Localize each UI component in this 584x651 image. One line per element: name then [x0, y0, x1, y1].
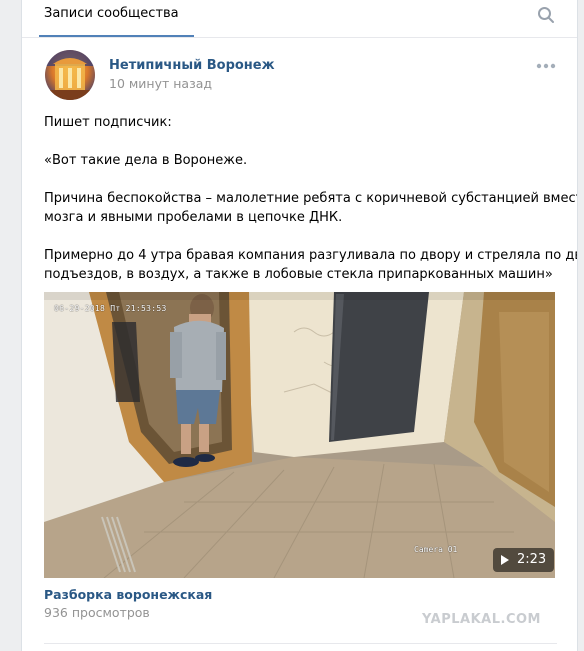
post-paragraph: подъездов, в воздух, а также в лобовые с…	[44, 267, 553, 282]
video-title-link[interactable]: Разборка воронежская	[44, 587, 212, 602]
post-paragraph: Пишет подписчик:	[44, 115, 172, 130]
tab-active-indicator	[39, 35, 194, 37]
watermark: YAPLAKAL.COM	[422, 612, 541, 627]
post-paragraph: мозга и явными пробелами в цепочке ДНК.	[44, 210, 343, 225]
search-icon[interactable]	[537, 6, 555, 24]
author-name[interactable]: Нетипичный Воронеж	[109, 58, 275, 73]
post-card: Записи сообщества Нетипичный Воронеж 10 …	[21, 0, 578, 651]
post-paragraph: «Вот такие дела в Воронеже.	[44, 153, 248, 168]
divider	[44, 643, 557, 644]
video-views: 936 просмотров	[44, 605, 150, 620]
camera-label: Camera 01	[414, 545, 458, 554]
camera-timestamp: 06-29-2018 Пт 21:53:53	[54, 304, 167, 313]
video-duration: 2:23	[517, 552, 547, 567]
video-duration-badge: 2:23	[493, 548, 555, 572]
video-thumbnail	[44, 292, 555, 578]
community-avatar[interactable]	[45, 50, 95, 100]
video-player[interactable]: 06-29-2018 Пт 21:53:53 Camera 01 2:23	[44, 292, 555, 578]
tab-community-posts[interactable]: Записи сообщества	[39, 0, 184, 38]
post-paragraph: Причина беспокойства – малолетние ребята…	[44, 191, 578, 206]
post-time[interactable]: 10 минут назад	[109, 76, 212, 91]
tab-bar: Записи сообщества	[22, 0, 577, 38]
post-text: Пишет подписчик: «Вот такие дела в Ворон…	[44, 113, 578, 284]
post-paragraph: Примерно до 4 утра бравая компания разгу…	[44, 248, 578, 263]
more-horizontal-icon[interactable]	[535, 62, 557, 70]
play-icon	[501, 555, 509, 565]
